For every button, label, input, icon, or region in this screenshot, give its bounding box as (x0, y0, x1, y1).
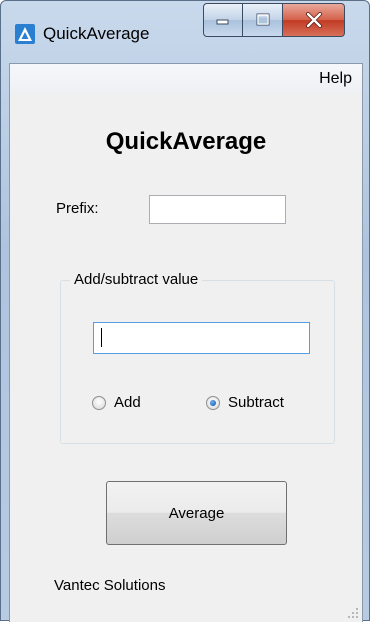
quickaverage-app-icon[interactable] (15, 24, 35, 44)
radio-subtract[interactable]: Subtract (206, 394, 284, 411)
radio-subtract-label: Subtract (228, 394, 284, 411)
app-heading: QuickAverage (105, 128, 267, 155)
title-bar[interactable]: QuickAverage (1, 1, 369, 44)
radio-add[interactable]: Add (92, 394, 141, 411)
client-area: Help QuickAverage Prefix: Add/subtract v… (9, 63, 363, 622)
radio-subtract-button[interactable] (206, 395, 220, 410)
radio-add-button[interactable] (92, 395, 106, 410)
average-button[interactable]: Average (106, 481, 287, 545)
minimize-icon (216, 19, 229, 25)
groupbox-title: Add/subtract value (70, 271, 203, 288)
close-icon (305, 12, 322, 28)
prefix-input[interactable] (149, 195, 286, 224)
app-window: QuickAverage Help QuickAverage Prefix: A… (0, 0, 370, 622)
menu-item-help[interactable]: Help (319, 70, 352, 88)
menu-bar: Help (10, 64, 362, 94)
footer-company: Vantec Solutions (54, 577, 166, 594)
radio-add-label: Add (114, 394, 141, 411)
maximize-icon (256, 13, 269, 26)
prefix-label: Prefix: (56, 200, 99, 217)
resize-grip-icon[interactable] (347, 607, 359, 619)
close-button[interactable] (283, 3, 345, 37)
add-subtract-value-input[interactable] (93, 322, 310, 354)
add-subtract-groupbox (60, 280, 335, 444)
text-caret (101, 328, 102, 347)
window-title: QuickAverage (43, 24, 150, 43)
minimize-button[interactable] (203, 3, 243, 37)
maximize-button[interactable] (243, 3, 283, 37)
